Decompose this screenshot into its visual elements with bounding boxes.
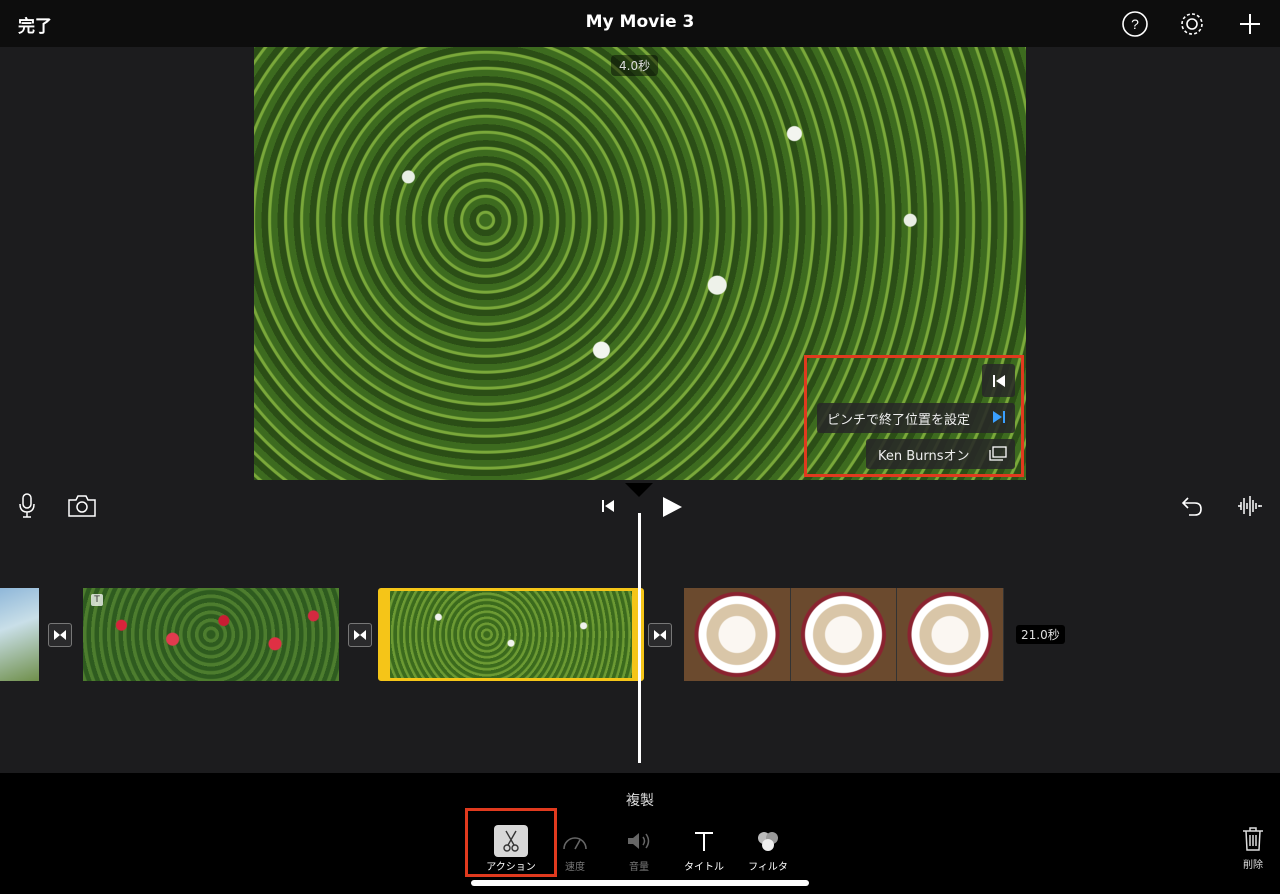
settings-icon[interactable] [1178,10,1206,38]
delete-label: 削除 [1243,860,1263,871]
tool-filters-label: フィルタ [748,862,788,873]
speaker-icon [607,825,671,857]
transition-button[interactable] [348,623,372,647]
undo-icon[interactable] [1180,494,1204,522]
timeline-clip[interactable] [0,588,39,681]
timeline-clip[interactable]: T [83,588,339,681]
microphone-icon[interactable] [17,493,37,523]
tool-volume-label: 音量 [629,862,649,873]
svg-text:?: ? [1131,16,1139,32]
duplicate-button[interactable]: 複製 [0,790,1280,810]
ken-burns-toggle-label: Ken Burnsオン [878,448,970,464]
tool-title[interactable]: タイトル [672,825,736,873]
ken-burns-start-button[interactable] [982,364,1015,397]
clip-thumbnail [684,588,791,681]
clip-tools-bar: 複製 アクション 速度 音量 タイトル フィルタ [0,773,1280,894]
ken-burns-end-position-row[interactable]: ピンチで終了位置を設定 [817,403,1015,433]
clip-duration-badge: 4.0秒 [611,55,659,76]
playhead-marker [625,483,653,497]
top-bar: 完了 My Movie 3 ? [0,0,1280,47]
ken-burns-icon [989,446,1007,465]
selected-timeline-clip[interactable] [378,588,644,681]
tool-title-label: タイトル [684,862,724,873]
filters-icon [736,825,800,857]
transition-icon [354,630,366,640]
preview-viewer: 4.0秒 [0,47,1280,483]
camera-icon[interactable] [67,494,97,522]
skip-to-end-icon [991,410,1007,428]
transition-button[interactable] [48,623,72,647]
play-icon[interactable] [660,495,684,523]
ken-burns-end-position-label: ピンチで終了位置を設定 [827,412,971,428]
home-indicator[interactable] [471,880,809,886]
action-tool-highlight-box [465,808,557,877]
timeline-clip[interactable] [684,588,1004,681]
audio-waveform-icon[interactable] [1237,494,1263,522]
playhead-line [638,513,641,763]
title-t-icon [672,825,736,857]
skip-to-start-icon [992,374,1005,387]
transition-icon [54,630,66,640]
project-title: My Movie 3 [585,12,695,32]
skip-to-start-icon[interactable] [600,498,616,518]
clip-thumbnail [790,588,898,681]
clip-thumbnail [897,588,1004,681]
trash-icon [1236,826,1270,856]
transition-button[interactable] [648,623,672,647]
ken-burns-toggle-row[interactable]: Ken Burnsオン [866,439,1015,469]
transition-icon [654,630,666,640]
delete-button[interactable]: 削除 [1236,826,1270,871]
title-marker-icon: T [91,594,103,606]
tool-volume[interactable]: 音量 [607,825,671,873]
total-duration-badge: 21.0秒 [1016,625,1065,644]
tool-filters[interactable]: フィルタ [736,825,800,873]
help-icon[interactable]: ? [1121,10,1149,38]
add-icon[interactable] [1236,10,1264,38]
